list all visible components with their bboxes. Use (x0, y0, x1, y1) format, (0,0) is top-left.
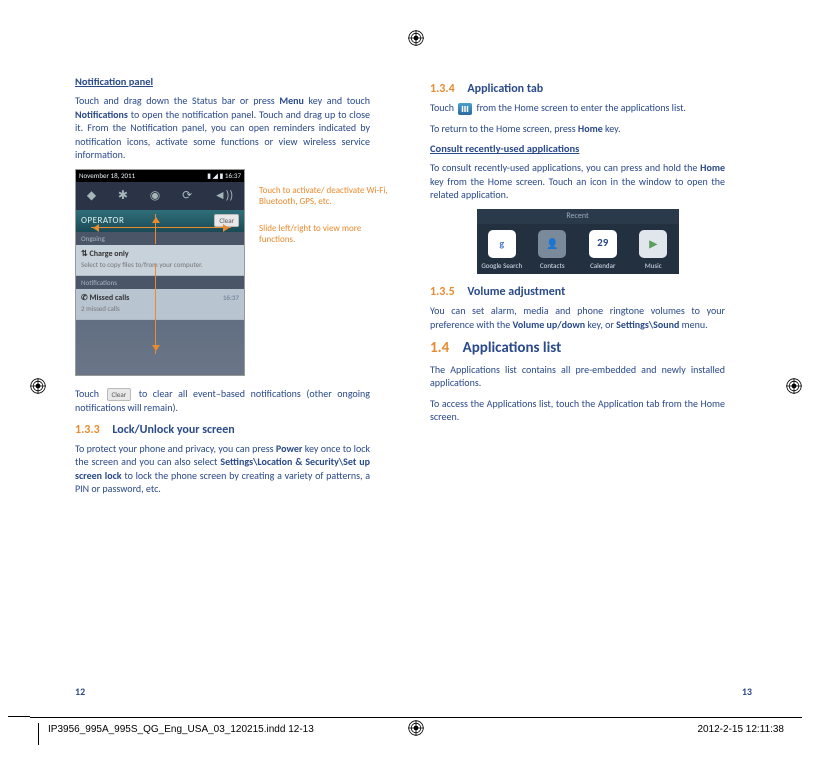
right-page: 1.3.4 Application tab Touch from the Hom… (430, 75, 725, 431)
charge-title: Charge only (90, 249, 129, 259)
figure-recent-apps: Recent g Google Search 👤 Contacts 29 Cal… (477, 209, 679, 274)
charge-sub: Select to copy files to/from your comput… (81, 260, 203, 269)
quick-toggles: ◆ ✱ ◉ ⟳ ◄)) (76, 182, 244, 210)
recent-label: Music (628, 261, 679, 270)
page-number-right: 13 (742, 685, 752, 698)
print-footer: IP3956_995A_995S_QG_Eng_USA_03_120215.in… (30, 717, 802, 748)
heading-1-3-3: 1.3.3 Lock/Unlock your screen (75, 422, 370, 438)
recent-item-music: ▶ Music (628, 224, 679, 274)
registration-mark-top (408, 30, 424, 46)
bold-home: Home (578, 122, 603, 135)
heading-notification-panel: Notification panel (75, 75, 370, 89)
wifi-icon: ◆ (87, 188, 96, 204)
callout-arrow-icon (155, 214, 156, 244)
recent-label: Contacts (527, 261, 578, 270)
bold-notifications: Notifications (75, 108, 128, 121)
text: key, or (585, 318, 616, 331)
missed-sub: 2 missed calls (81, 304, 120, 313)
left-page: Notification panel Touch and drag down t… (75, 75, 370, 503)
missed-title: Missed calls (90, 293, 130, 303)
recent-item-google: g Google Search (477, 224, 528, 274)
section-number: 1.3.5 (430, 285, 455, 299)
callout-activate: Touch to activate/ deactivate Wi-Fi, Blu… (259, 185, 399, 208)
music-icon: ▶ (639, 230, 667, 258)
para-notif-panel: Touch and drag down the Status bar or pr… (75, 94, 370, 162)
operator-row: OPERATOR Clear (76, 210, 244, 232)
text: menu. (679, 318, 707, 331)
para-app-tab-2: To return to the Home screen, press Home… (430, 122, 725, 136)
para-volume: You can set alarm, media and phone ringt… (430, 304, 725, 331)
bluetooth-icon: ✱ (118, 188, 128, 204)
footer-timestamp: 2012-2-15 12:11:38 (697, 724, 784, 735)
callout-slide: Slide left/right to view more functions. (259, 223, 399, 246)
bold-power: Power (276, 442, 302, 455)
text: Touch (75, 387, 105, 400)
status-icons: ▮ ◢ ▮ 16:37 (207, 171, 241, 180)
calendar-icon: 29 (589, 230, 617, 258)
section-number: 1.3.3 (75, 423, 100, 437)
section-title: Volume adjustment (467, 285, 565, 299)
para-app-tab-1: Touch from the Home screen to enter the … (430, 101, 725, 115)
heading-1-3-5: 1.3.5 Volume adjustment (430, 284, 725, 300)
ongoing-label: Ongoing (76, 232, 244, 245)
heading-consult-recent: Consult recently-used applications (430, 142, 725, 156)
section-number: 1.3.4 (430, 82, 455, 96)
drag-arrow-icon (155, 264, 156, 354)
sound-icon: ◄)) (214, 188, 233, 204)
text: key and touch (304, 94, 370, 107)
heading-1-3-4: 1.3.4 Application tab (430, 81, 725, 97)
registration-mark-left (30, 378, 46, 394)
text: Touch and drag down the Status bar or pr… (75, 94, 279, 107)
clear-chip-inline: Clear (107, 388, 132, 401)
contacts-icon: 👤 (538, 230, 566, 258)
text: from the Home screen to enter the applic… (474, 101, 686, 114)
recent-label: Calendar (578, 261, 629, 270)
recent-item-calendar: 29 Calendar (578, 224, 629, 274)
bold-menu: Menu (279, 94, 304, 107)
para-lock: To protect your phone and privacy, you c… (75, 442, 370, 496)
phone-mock: November 18, 2011 ▮ ◢ ▮ 16:37 ◆ ✱ ◉ ⟳ ◄)… (75, 169, 245, 376)
registration-mark-right (786, 378, 802, 394)
para-apps-list-2: To access the Applications list, touch t… (430, 397, 725, 424)
slide-arrow-icon (91, 227, 231, 228)
crop-mark (8, 716, 30, 717)
row-missed-calls: ✆ Missed calls16:37 2 missed calls (76, 289, 244, 320)
bold-home: Home (700, 161, 725, 174)
section-number: 1.4 (430, 339, 449, 357)
recent-title: Recent (477, 209, 679, 224)
row-charge-only: ⇅ Charge only Select to copy files to/fr… (76, 245, 244, 276)
recent-item-contacts: 👤 Contacts (527, 224, 578, 274)
text: To protect your phone and privacy, you c… (75, 442, 276, 455)
section-title: Applications list (463, 339, 562, 357)
heading-1-4: 1.4 Applications list (430, 338, 725, 358)
operator-label: OPERATOR (81, 215, 124, 227)
bold-volume: Volume up/down (512, 318, 585, 331)
page-number-left: 12 (75, 685, 85, 698)
sync-icon: ⟳ (182, 188, 192, 204)
gps-icon: ◉ (150, 188, 160, 204)
text: key from the Home screen. Touch an icon … (430, 175, 725, 202)
bold-settings-sound: Settings\Sound (616, 318, 679, 331)
recent-label: Google Search (477, 261, 528, 270)
registration-mark-bottom (408, 720, 424, 736)
section-title: Application tab (467, 82, 543, 96)
google-icon: g (488, 230, 516, 258)
missed-time: 16:37 (223, 293, 239, 302)
section-title: Lock/Unlock your screen (112, 423, 234, 437)
text: To consult recently-used applications, y… (430, 161, 700, 174)
figure-notification-panel: November 18, 2011 ▮ ◢ ▮ 16:37 ◆ ✱ ◉ ⟳ ◄)… (75, 169, 370, 379)
footer-filename: IP3956_995A_995S_QG_Eng_USA_03_120215.in… (48, 724, 314, 735)
status-date: November 18, 2011 (79, 171, 135, 180)
para-consult: To consult recently-used applications, y… (430, 161, 725, 202)
text: To return to the Home screen, press (430, 122, 578, 135)
para-apps-list-1: The Applications list contains all pre-e… (430, 363, 725, 390)
status-bar: November 18, 2011 ▮ ◢ ▮ 16:37 (76, 170, 244, 182)
para-clear: Touch Clear to clear all event–based not… (75, 387, 370, 415)
notifications-label: Notifications (76, 276, 244, 289)
text: Touch (430, 101, 456, 114)
apps-grid-icon (458, 103, 472, 115)
text: key. (603, 122, 621, 135)
